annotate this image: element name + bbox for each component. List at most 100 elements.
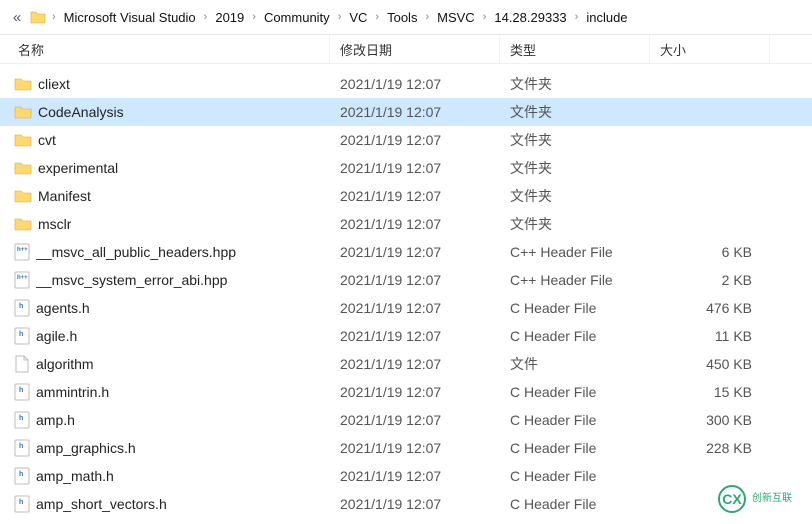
breadcrumb-item[interactable]: include (582, 8, 631, 27)
breadcrumb-item[interactable]: 14.28.29333 (490, 8, 570, 27)
file-size: 6 KB (650, 244, 770, 260)
file-size: 11 KB (650, 328, 770, 344)
column-header-name[interactable]: 名称 (0, 35, 330, 63)
column-header-date[interactable]: 修改日期 (330, 35, 500, 63)
file-date: 2021/1/19 12:07 (330, 244, 500, 260)
file-date: 2021/1/19 12:07 (330, 356, 500, 372)
file-type: 文件夹 (500, 74, 650, 94)
file-type: 文件夹 (500, 214, 650, 234)
header-file-icon: h (14, 299, 30, 317)
file-size: 228 KB (650, 440, 770, 456)
table-row[interactable]: hamp_math.h2021/1/19 12:07C Header File (0, 462, 812, 490)
table-row[interactable]: CodeAnalysis2021/1/19 12:07文件夹 (0, 98, 812, 126)
table-row[interactable]: cliext2021/1/19 12:07文件夹 (0, 70, 812, 98)
file-type: C Header File (500, 496, 650, 512)
file-type: C Header File (500, 300, 650, 316)
file-name: cliext (38, 76, 70, 92)
folder-icon (14, 77, 32, 91)
svg-text:h: h (19, 415, 23, 422)
chevron-right-icon[interactable]: › (571, 11, 583, 23)
file-type: 文件夹 (500, 102, 650, 122)
folder-icon (30, 10, 46, 24)
file-name: algorithm (36, 356, 94, 372)
file-name: agile.h (36, 328, 77, 344)
file-name: Manifest (38, 188, 91, 204)
file-date: 2021/1/19 12:07 (330, 272, 500, 288)
breadcrumb-item[interactable]: Community (260, 8, 334, 27)
file-date: 2021/1/19 12:07 (330, 440, 500, 456)
folder-icon (14, 105, 32, 119)
breadcrumb-item[interactable]: 2019 (211, 8, 248, 27)
breadcrumb-item[interactable]: VC (345, 8, 371, 27)
file-list: cliext2021/1/19 12:07文件夹CodeAnalysis2021… (0, 64, 812, 518)
file-name: CodeAnalysis (38, 104, 124, 120)
header-file-icon: h++ (14, 243, 30, 261)
breadcrumb[interactable]: « › Microsoft Visual Studio › 2019 › Com… (0, 0, 812, 34)
column-headers: 名称 修改日期 类型 大小 (0, 34, 812, 64)
file-size: 2 KB (650, 272, 770, 288)
file-date: 2021/1/19 12:07 (330, 132, 500, 148)
file-date: 2021/1/19 12:07 (330, 496, 500, 512)
table-row[interactable]: hamp_graphics.h2021/1/19 12:07C Header F… (0, 434, 812, 462)
file-size: 300 KB (650, 412, 770, 428)
table-row[interactable]: h amp_short_vectors.h 2021/1/19 12:07C Hea… (0, 490, 812, 518)
chevron-right-icon[interactable]: › (334, 11, 346, 23)
table-row[interactable]: hammintrin.h2021/1/19 12:07C Header File… (0, 378, 812, 406)
file-type: 文件夹 (500, 158, 650, 178)
file-name: ammintrin.h (36, 384, 109, 400)
breadcrumb-item[interactable]: MSVC (433, 8, 479, 27)
header-file-icon: h (14, 327, 30, 345)
chevron-right-icon[interactable]: › (200, 11, 212, 23)
chevron-right-icon[interactable]: › (421, 11, 433, 23)
file-name: experimental (38, 160, 118, 176)
svg-text:h: h (19, 443, 23, 450)
file-type: 文件夹 (500, 186, 650, 206)
file-name: msclr (38, 216, 71, 232)
header-file-icon: h (14, 383, 30, 401)
table-row[interactable]: h++__msvc_system_error_abi.hpp2021/1/19 … (0, 266, 812, 294)
column-header-size[interactable]: 大小 (650, 35, 770, 63)
svg-text:h++: h++ (17, 247, 28, 253)
chevron-right-icon[interactable]: › (48, 11, 60, 23)
folder-icon (14, 217, 32, 231)
table-row[interactable]: h amp.h 2021/1/19 12:07C Header File300 KB (0, 406, 812, 434)
file-date: 2021/1/19 12:07 (330, 300, 500, 316)
file-size: 476 KB (650, 300, 770, 316)
file-name: amp_math.h (36, 468, 114, 484)
file-name: amp.h (36, 412, 75, 428)
table-row[interactable]: algorithm2021/1/19 12:07文件450 KB (0, 350, 812, 378)
table-row[interactable]: hagile.h2021/1/19 12:07C Header File11 K… (0, 322, 812, 350)
breadcrumb-item[interactable]: Microsoft Visual Studio (60, 8, 200, 27)
file-type: C Header File (500, 412, 650, 428)
file-type: C++ Header File (500, 272, 650, 288)
svg-text:h: h (19, 387, 23, 394)
file-name: amp_graphics.h (36, 440, 136, 456)
table-row[interactable]: h++__msvc_all_public_headers.hpp2021/1/1… (0, 238, 812, 266)
header-file-icon: h (14, 495, 30, 513)
table-row[interactable]: msclr2021/1/19 12:07文件夹 (0, 210, 812, 238)
file-name: amp_short_vectors.h (36, 496, 167, 512)
table-row[interactable]: hagents.h2021/1/19 12:07C Header File476… (0, 294, 812, 322)
table-row[interactable]: cvt2021/1/19 12:07文件夹 (0, 126, 812, 154)
breadcrumb-item[interactable]: Tools (383, 8, 421, 27)
svg-text:h++: h++ (17, 275, 28, 281)
nav-history-icon[interactable]: « (8, 8, 26, 26)
header-file-icon: h (14, 467, 30, 485)
watermark-logo: CX 创新互联 (718, 482, 802, 516)
folder-icon (14, 161, 32, 175)
file-date: 2021/1/19 12:07 (330, 328, 500, 344)
column-header-type[interactable]: 类型 (500, 35, 650, 63)
file-type: 文件夹 (500, 130, 650, 150)
file-date: 2021/1/19 12:07 (330, 468, 500, 484)
chevron-right-icon[interactable]: › (479, 11, 491, 23)
chevron-right-icon[interactable]: › (371, 11, 383, 23)
svg-text:h: h (19, 331, 23, 338)
table-row[interactable]: experimental2021/1/19 12:07文件夹 (0, 154, 812, 182)
file-type: C++ Header File (500, 244, 650, 260)
chevron-right-icon[interactable]: › (248, 11, 260, 23)
file-type: C Header File (500, 384, 650, 400)
header-file-icon: h++ (14, 271, 30, 289)
file-date: 2021/1/19 12:07 (330, 412, 500, 428)
svg-text:h: h (19, 471, 23, 478)
table-row[interactable]: Manifest2021/1/19 12:07文件夹 (0, 182, 812, 210)
